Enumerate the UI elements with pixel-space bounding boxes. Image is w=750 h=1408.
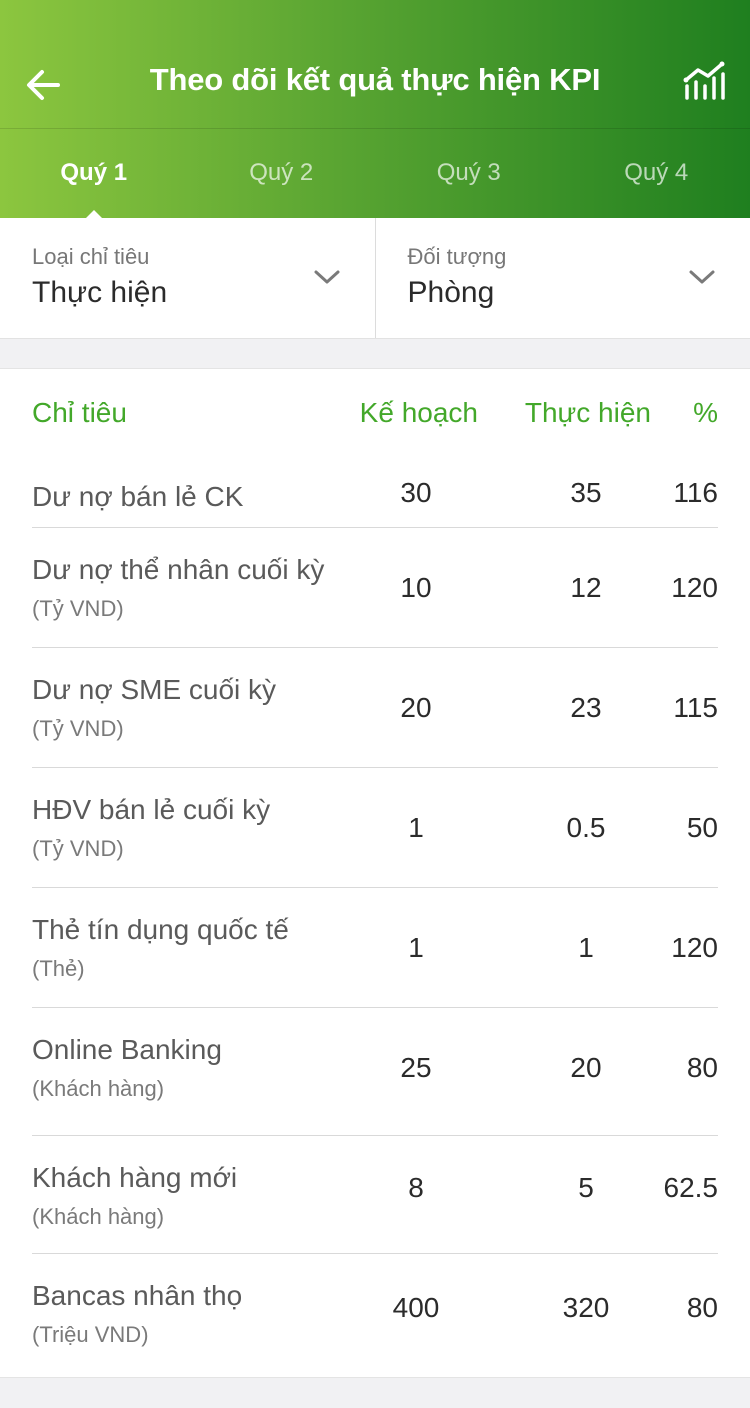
table-row[interactable]: Dư nợ thể nhân cuối kỳ (Tỷ VND) 10 12 12… (32, 528, 718, 648)
row-unit: (Khách hàng) (32, 1076, 165, 1101)
row-name: Dư nợ bán lẻ CK (32, 481, 244, 512)
table-row[interactable]: Dư nợ SME cuối kỳ (Tỷ VND) 20 23 115 (32, 648, 718, 768)
row-plan: 400 (392, 1292, 440, 1323)
table-row[interactable]: Khách hàng mới (Khách hàng) 8 5 62.5 (32, 1136, 718, 1254)
row-unit: (Khách hàng) (32, 1204, 165, 1229)
chevron-down-icon (314, 270, 339, 284)
row-percent: 120 (671, 572, 718, 603)
chevron-down-icon (689, 270, 715, 284)
row-name: Thẻ tín dụng quốc tế (32, 914, 289, 945)
row-unit: (Tỷ VND) (32, 716, 124, 741)
row-percent: 120 (671, 932, 718, 963)
chart-button[interactable] (680, 58, 728, 106)
filter-bar: Loại chỉ tiêu Thực hiện Đối tượng Phòng (0, 218, 750, 339)
row-name: Dư nợ thể nhân cuối kỳ (32, 554, 325, 585)
row-plan: 30 (400, 477, 432, 508)
row-actual: 0.5 (566, 812, 606, 843)
row-actual: 5 (578, 1172, 594, 1203)
row-unit: (Triệu VND) (32, 1322, 149, 1347)
row-plan: 1 (408, 932, 424, 963)
table-row[interactable]: Online Banking (Khách hàng) 25 20 80 (32, 1008, 718, 1136)
row-actual: 12 (570, 572, 602, 603)
row-name: HĐV bán lẻ cuối kỳ (32, 794, 271, 825)
column-header-percent: % (693, 397, 718, 428)
page-title: Theo dõi kết quả thực hiện KPI (149, 62, 601, 97)
row-name: Bancas nhân thọ (32, 1280, 243, 1311)
tab-quy-2[interactable]: Quý 2 (188, 129, 376, 218)
row-name: Khách hàng mới (32, 1162, 238, 1193)
row-plan: 25 (400, 1052, 432, 1083)
subject-value: Phòng (407, 276, 495, 309)
tab-quy-1[interactable]: Quý 1 (0, 129, 188, 219)
table-header: Chỉ tiêu Kế hoạch Thực hiện % (0, 397, 750, 437)
row-actual: 1 (578, 932, 594, 963)
row-actual: 35 (570, 477, 602, 508)
chart-icon (683, 61, 725, 100)
table-row[interactable]: HĐV bán lẻ cuối kỳ (Tỷ VND) 1 0.5 50 (32, 768, 718, 888)
top-bar: Theo dõi kết quả thực hiện KPI (0, 0, 750, 128)
app-header: Theo dõi kết quả thực hiện KPI Quý 1 Quý… (0, 0, 750, 219)
row-percent: 80 (686, 1052, 718, 1083)
row-actual: 23 (570, 692, 602, 723)
kpi-table: Chỉ tiêu Kế hoạch Thực hiện % Dư nợ bán … (0, 368, 750, 1378)
tab-label: Quý 4 (624, 159, 689, 186)
row-unit: (Tỷ VND) (32, 836, 124, 861)
column-header-actual: Thực hiện (524, 397, 651, 428)
table-row[interactable]: Bancas nhân thọ (Triệu VND) 400 320 80 (32, 1254, 718, 1372)
tab-label: Quý 3 (436, 159, 501, 186)
row-percent: 50 (686, 812, 718, 843)
subject-dropdown[interactable]: Đối tượng Phòng (374, 218, 750, 338)
indicator-type-dropdown[interactable]: Loại chỉ tiêu Thực hiện (0, 218, 375, 338)
row-unit: (Thẻ) (32, 956, 85, 981)
quarter-tabs: Quý 1 Quý 2 Quý 3 Quý 4 (0, 129, 750, 219)
row-plan: 8 (408, 1172, 424, 1203)
tab-label: Quý 2 (249, 159, 314, 186)
row-percent: 115 (673, 692, 718, 723)
row-percent: 62.5 (663, 1172, 719, 1203)
row-name: Online Banking (32, 1034, 222, 1065)
indicator-type-label: Loại chỉ tiêu (32, 244, 150, 269)
tab-label: Quý 1 (60, 159, 128, 186)
column-header-plan: Kế hoạch (359, 397, 478, 428)
indicator-type-value: Thực hiện (32, 276, 168, 309)
row-plan: 1 (408, 812, 424, 843)
tab-quy-4[interactable]: Quý 4 (563, 129, 750, 218)
column-header-name: Chỉ tiêu (32, 397, 127, 428)
row-unit: (Tỷ VND) (32, 596, 124, 621)
table-row[interactable]: Dư nợ bán lẻ CK 30 35 116 (32, 455, 718, 528)
tab-quy-3[interactable]: Quý 3 (375, 129, 563, 218)
row-actual: 320 (562, 1292, 610, 1323)
row-name: Dư nợ SME cuối kỳ (32, 674, 277, 705)
row-actual: 20 (570, 1052, 602, 1083)
subject-label: Đối tượng (407, 244, 507, 269)
row-plan: 20 (400, 692, 432, 723)
row-percent: 116 (673, 477, 718, 508)
row-percent: 80 (686, 1292, 718, 1323)
row-plan: 10 (400, 572, 432, 603)
table-row[interactable]: Thẻ tín dụng quốc tế (Thẻ) 1 1 120 (32, 888, 718, 1008)
